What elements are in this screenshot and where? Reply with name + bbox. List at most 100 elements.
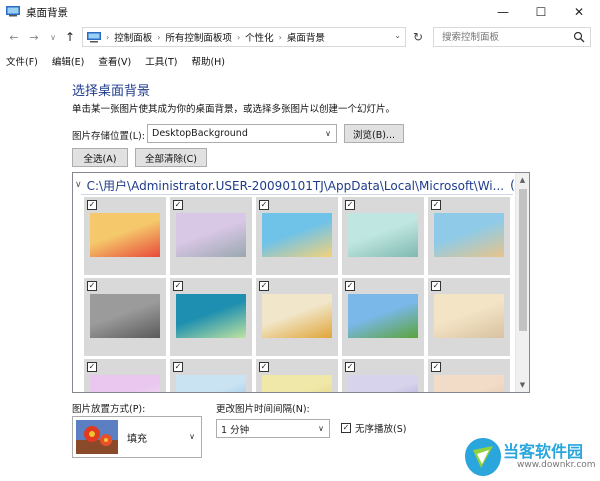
wallpaper-image bbox=[90, 294, 160, 338]
wallpaper-gallery[interactable]: ∨ C:\用户\Administrator.USER-20090101TJ\Ap… bbox=[72, 172, 530, 393]
breadcrumb-control-panel[interactable]: 控制面板 bbox=[114, 30, 152, 44]
breadcrumb-all-items[interactable]: 所有控制面板项 bbox=[165, 30, 232, 44]
thumbnail-checkbox[interactable]: ✓ bbox=[431, 362, 441, 372]
page-title: 选择桌面背景 bbox=[72, 84, 151, 99]
scrollbar-thumb[interactable] bbox=[519, 189, 527, 331]
gallery-path: C:\用户\Administrator.USER-20090101TJ\AppD… bbox=[86, 178, 505, 193]
wallpaper-thumbnail[interactable]: ✓ bbox=[342, 359, 424, 392]
wallpaper-thumbnail[interactable]: ✓ bbox=[256, 278, 338, 356]
wallpaper-image bbox=[262, 294, 332, 338]
watermark: 当客软件园 www.downkr.com bbox=[463, 436, 600, 481]
thumbnail-checkbox[interactable]: ✓ bbox=[259, 281, 269, 291]
thumbnail-checkbox[interactable]: ✓ bbox=[431, 200, 441, 210]
thumbnail-checkbox[interactable]: ✓ bbox=[345, 200, 355, 210]
chevron-down-icon: ∨ bbox=[189, 432, 195, 441]
wallpaper-thumbnail[interactable]: ✓ bbox=[256, 359, 338, 392]
forward-button[interactable]: → bbox=[26, 29, 42, 45]
search-input[interactable] bbox=[434, 28, 570, 46]
wallpaper-thumbnail[interactable]: ✓ bbox=[170, 278, 252, 356]
wallpaper-thumbnail[interactable]: ✓ bbox=[342, 197, 424, 275]
wallpaper-image bbox=[176, 294, 246, 338]
thumbnail-checkbox[interactable]: ✓ bbox=[259, 362, 269, 372]
interval-label: 更改图片时间间隔(N): bbox=[216, 404, 310, 415]
maximize-button[interactable]: ☐ bbox=[522, 0, 560, 24]
wallpaper-image bbox=[348, 213, 418, 257]
wallpaper-thumbnail[interactable]: ✓ bbox=[170, 359, 252, 392]
minimize-button[interactable]: — bbox=[484, 0, 522, 24]
wallpaper-thumbnail[interactable]: ✓ bbox=[428, 278, 510, 356]
title-bar: 桌面背景 — ☐ ✕ bbox=[0, 0, 600, 24]
watermark-title: 当客软件园 bbox=[503, 442, 584, 461]
watermark-url: www.downkr.com bbox=[517, 460, 596, 470]
breadcrumb-desktop-background[interactable]: 桌面背景 bbox=[287, 30, 325, 44]
recent-locations-button[interactable]: ∨ bbox=[45, 29, 61, 45]
wallpaper-image bbox=[262, 213, 332, 257]
wallpaper-thumbnail[interactable]: ✓ bbox=[84, 359, 166, 392]
thumbnail-checkbox[interactable]: ✓ bbox=[87, 362, 97, 372]
wallpaper-image bbox=[176, 375, 246, 392]
address-dropdown-icon[interactable]: ⌄ bbox=[394, 31, 401, 40]
thumbnail-checkbox[interactable]: ✓ bbox=[173, 362, 183, 372]
refresh-button[interactable]: ↻ bbox=[409, 29, 427, 45]
wallpaper-image bbox=[434, 213, 504, 257]
thumbnail-checkbox[interactable]: ✓ bbox=[345, 362, 355, 372]
address-bar[interactable]: › 控制面板 › 所有控制面板项 › 个性化 › 桌面背景 ⌄ bbox=[82, 27, 406, 47]
position-label: 图片放置方式(P): bbox=[72, 404, 146, 415]
search-box bbox=[433, 27, 591, 47]
wallpaper-thumbnail[interactable]: ✓ bbox=[342, 278, 424, 356]
breadcrumb-personalization[interactable]: 个性化 bbox=[245, 30, 274, 44]
wallpaper-image bbox=[262, 375, 332, 392]
scroll-up-icon[interactable]: ▲ bbox=[516, 174, 529, 186]
wallpaper-thumbnail[interactable]: ✓ bbox=[256, 197, 338, 275]
gallery-group-header[interactable]: ∨ C:\用户\Administrator.USER-20090101TJ\Ap… bbox=[75, 177, 529, 193]
wallpaper-thumbnail[interactable]: ✓ bbox=[84, 278, 166, 356]
location-select[interactable]: DesktopBackground ∨ bbox=[147, 124, 337, 143]
shuffle-label: 无序播放(S) bbox=[355, 424, 407, 435]
menu-help[interactable]: 帮助(H) bbox=[191, 54, 225, 68]
chevron-down-icon: ∨ bbox=[325, 129, 331, 138]
chevron-down-icon[interactable]: ∨ bbox=[75, 180, 82, 190]
thumbnail-checkbox[interactable]: ✓ bbox=[87, 200, 97, 210]
menu-file[interactable]: 文件(F) bbox=[6, 54, 38, 68]
shuffle-checkbox[interactable]: ✓ bbox=[341, 423, 351, 433]
wallpaper-image bbox=[434, 294, 504, 338]
wallpaper-image bbox=[90, 213, 160, 257]
control-panel-icon bbox=[87, 31, 101, 42]
location-value: DesktopBackground bbox=[152, 128, 248, 139]
up-button[interactable]: ↑ bbox=[62, 29, 78, 45]
wallpaper-thumbnail[interactable]: ✓ bbox=[170, 197, 252, 275]
shuffle-option[interactable]: ✓ 无序播放(S) bbox=[341, 421, 406, 435]
browse-button[interactable]: 浏览(B)... bbox=[344, 124, 404, 143]
wallpaper-thumbnail[interactable]: ✓ bbox=[428, 359, 510, 392]
back-button[interactable]: ← bbox=[6, 29, 22, 45]
thumbnail-checkbox[interactable]: ✓ bbox=[87, 281, 97, 291]
clear-all-button[interactable]: 全部清除(C) bbox=[135, 148, 207, 167]
position-select[interactable]: 填充 ∨ bbox=[72, 416, 202, 458]
breadcrumb-separator: › bbox=[106, 32, 110, 42]
thumbnail-checkbox[interactable]: ✓ bbox=[173, 200, 183, 210]
wallpaper-thumbnail[interactable]: ✓ bbox=[428, 197, 510, 275]
chevron-down-icon: ∨ bbox=[318, 424, 324, 433]
gallery-scrollbar[interactable]: ▲ ▼ bbox=[515, 173, 529, 392]
interval-value: 1 分钟 bbox=[221, 424, 250, 436]
menu-tools[interactable]: 工具(T) bbox=[145, 54, 177, 68]
position-value: 填充 bbox=[127, 434, 147, 445]
search-icon[interactable] bbox=[573, 31, 585, 43]
thumbnail-checkbox[interactable]: ✓ bbox=[173, 281, 183, 291]
select-all-button[interactable]: 全选(A) bbox=[72, 148, 128, 167]
wallpaper-thumbnail[interactable]: ✓ bbox=[84, 197, 166, 275]
menu-edit[interactable]: 编辑(E) bbox=[52, 54, 84, 68]
scroll-down-icon[interactable]: ▼ bbox=[516, 379, 529, 391]
breadcrumb-separator: › bbox=[278, 32, 282, 42]
thumbnail-checkbox[interactable]: ✓ bbox=[345, 281, 355, 291]
control-panel-icon bbox=[6, 6, 20, 17]
interval-select[interactable]: 1 分钟 ∨ bbox=[216, 419, 330, 438]
wallpaper-image bbox=[176, 213, 246, 257]
divider bbox=[81, 194, 513, 195]
instruction-text: 单击某一张图片使其成为你的桌面背景，或选择多张图片以创建一个幻灯片。 bbox=[72, 104, 396, 115]
thumbnail-checkbox[interactable]: ✓ bbox=[431, 281, 441, 291]
close-button[interactable]: ✕ bbox=[560, 0, 598, 24]
wallpaper-image bbox=[348, 294, 418, 338]
thumbnail-checkbox[interactable]: ✓ bbox=[259, 200, 269, 210]
menu-view[interactable]: 查看(V) bbox=[98, 54, 131, 68]
